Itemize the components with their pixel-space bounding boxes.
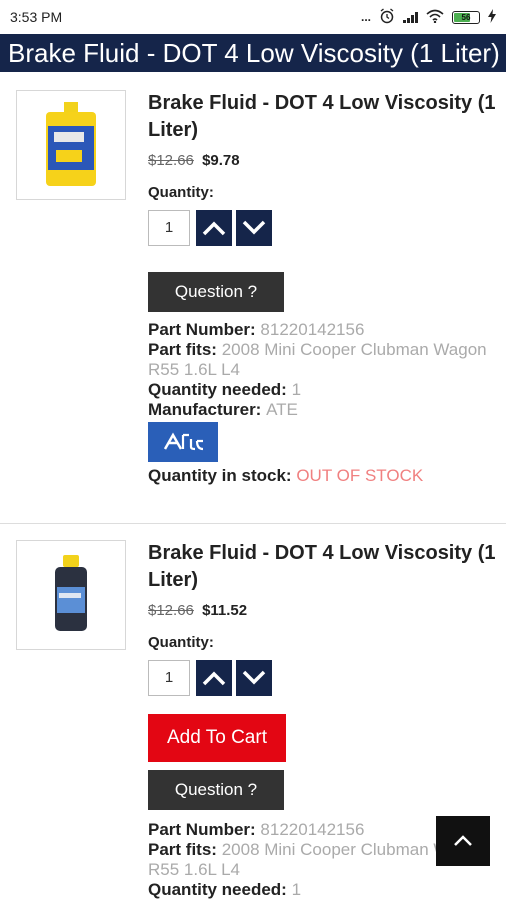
question-button[interactable]: Question ?: [148, 770, 284, 810]
sale-price: $9.78: [202, 152, 240, 169]
part-fits-row: Part fits: 2008 Mini Cooper Clubman Wago…: [148, 340, 487, 379]
product-card: Brake Fluid - DOT 4 Low Viscosity (1 Lit…: [0, 72, 506, 524]
old-price: $12.66: [148, 152, 194, 169]
page-title: Brake Fluid - DOT 4 Low Viscosity (1 Lit…: [0, 34, 506, 72]
quantity-decrease-button[interactable]: [236, 660, 272, 696]
product-price: $12.66 $9.78: [148, 152, 240, 169]
manufacturer-logo: [148, 422, 218, 462]
part-number: 81220142156: [260, 820, 365, 839]
product-price: $12.66 $11.52: [148, 602, 247, 619]
battery-level: 56: [461, 12, 471, 22]
chevron-up-icon: [202, 671, 226, 686]
product-name[interactable]: Brake Fluid - DOT 4 Low Viscosity (1 Lit…: [148, 90, 498, 144]
quantity-needed-row: Quantity needed: 1: [148, 880, 302, 899]
quantity-increase-button[interactable]: [196, 210, 232, 246]
product-image[interactable]: [16, 90, 126, 200]
question-button[interactable]: Question ?: [148, 272, 284, 312]
quantity-needed-row: Quantity needed: 1: [148, 380, 302, 399]
add-to-cart-button[interactable]: Add To Cart: [148, 714, 286, 762]
quantity-input[interactable]: 1: [148, 210, 190, 246]
notification-dots: ...: [360, 10, 371, 24]
alarm-icon: [379, 7, 395, 27]
status-bar: 3:53 PM ... 56: [0, 0, 506, 34]
status-icons: ... 56: [360, 7, 496, 27]
product-details: Part Number: 81220142156 Part fits: 2008…: [148, 320, 498, 486]
old-price: $12.66: [148, 602, 194, 619]
quantity-label: Quantity:: [148, 634, 214, 651]
wifi-icon: [426, 9, 444, 26]
manufacturer-row: Manufacturer: ATE: [148, 400, 298, 419]
scroll-to-top-button[interactable]: [436, 816, 490, 866]
chevron-up-icon: [454, 835, 472, 846]
signal-icon: [403, 11, 418, 23]
product-name[interactable]: Brake Fluid - DOT 4 Low Viscosity (1 Lit…: [148, 540, 498, 594]
sale-price: $11.52: [202, 602, 248, 619]
chevron-up-icon: [202, 221, 226, 236]
status-time: 3:53 PM: [10, 9, 63, 25]
part-number-row: Part Number: 81220142156: [148, 320, 365, 339]
chevron-down-icon: [242, 670, 266, 685]
quantity-needed: 1: [291, 380, 302, 399]
charging-icon: [488, 8, 496, 26]
stock-status: OUT OF STOCK: [296, 466, 424, 485]
quantity-needed: 1: [291, 880, 302, 899]
product-image[interactable]: [16, 540, 126, 650]
quantity-decrease-button[interactable]: [236, 210, 272, 246]
product-card: Brake Fluid - DOT 4 Low Viscosity (1 Lit…: [0, 524, 506, 900]
quantity-label: Quantity:: [148, 184, 214, 201]
part-number: 81220142156: [260, 320, 365, 339]
quantity-increase-button[interactable]: [196, 660, 232, 696]
battery-icon: 56: [452, 10, 480, 24]
stock-row: Quantity in stock: OUT OF STOCK: [148, 466, 424, 485]
chevron-down-icon: [242, 220, 266, 235]
manufacturer: ATE: [266, 400, 298, 419]
quantity-input[interactable]: 1: [148, 660, 190, 696]
